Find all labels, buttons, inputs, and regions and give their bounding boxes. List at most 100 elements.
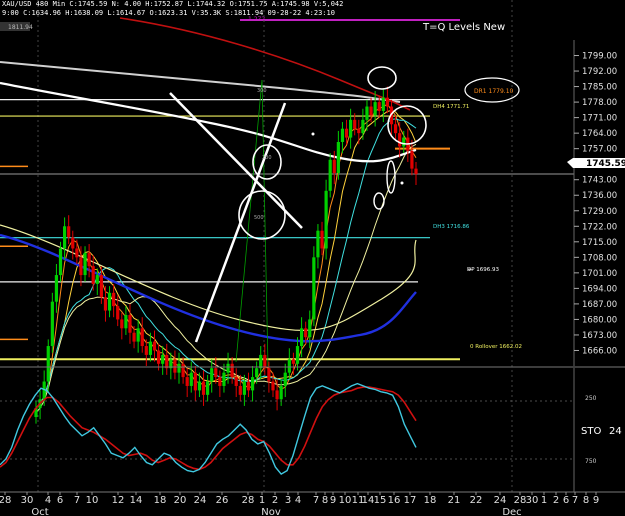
time-tick-label: 28 <box>514 495 527 506</box>
candle-body <box>193 372 197 391</box>
candle-body <box>189 372 193 386</box>
time-tick-label: 9 <box>330 495 336 506</box>
candle-body <box>320 230 324 249</box>
price-tick-label: 1743.00 <box>582 176 617 186</box>
time-tick-label: 8 <box>322 495 328 506</box>
candle-body <box>324 190 328 249</box>
price-tick-label: 1792.00 <box>582 67 617 77</box>
time-tick-label: 2 <box>272 495 278 506</box>
candle-body <box>112 292 116 307</box>
time-tick-label: 10 <box>86 495 99 506</box>
candle-body <box>349 119 353 138</box>
time-tick-label: 20 <box>174 495 187 506</box>
price-tick-label: 1708.00 <box>582 253 617 263</box>
stoch-upper-label: 250 <box>585 395 597 402</box>
time-tick-label: 28 <box>0 495 11 506</box>
time-tick-label: 18 <box>154 495 167 506</box>
candle-body <box>271 381 275 391</box>
month-label: Oct <box>31 507 48 516</box>
candle-body <box>238 385 242 395</box>
candle-body <box>79 257 83 276</box>
candle-body <box>226 363 230 373</box>
time-tick-label: 12 <box>112 495 125 506</box>
dr1-label: DR1 1779.10 <box>474 88 514 95</box>
price-tick-label: 1799.00 <box>582 52 617 62</box>
candle-body <box>63 226 67 249</box>
dp-label: DP 1696.93 <box>467 267 500 273</box>
time-tick-label: 21 <box>448 495 461 506</box>
candle-body <box>316 230 320 258</box>
candle-body <box>206 381 210 395</box>
candle-body <box>361 119 365 134</box>
candle-body <box>381 97 385 111</box>
candle-body <box>156 350 161 364</box>
fib-200-label: 200 <box>262 155 272 161</box>
candle-body <box>91 266 95 284</box>
time-tick-label: 24 <box>194 495 207 506</box>
candle-body <box>120 319 124 329</box>
price-tick-label: 1778.00 <box>582 98 617 108</box>
candle-body <box>299 328 304 347</box>
candle-body <box>365 106 369 120</box>
stoch-label: STO <box>581 426 601 437</box>
price-chart[interactable]: XAU/USD 480 Min C:1745.59 N: 4.00 H:1752… <box>0 0 625 516</box>
price-tick-label: 1673.00 <box>582 331 617 341</box>
time-tick-label: 6 <box>57 495 63 506</box>
candle-body <box>124 314 128 329</box>
candle-body <box>287 359 291 373</box>
candle-body <box>128 314 132 333</box>
candle-body <box>67 226 71 238</box>
annotation-dot <box>400 181 404 185</box>
time-tick-label: 7 <box>572 495 578 506</box>
candle-body <box>161 354 165 364</box>
candle-body <box>75 248 79 258</box>
candle-body <box>398 133 402 147</box>
header-line2: 9:00 C:1634.96 H:1638.09 L:1614.67 O:162… <box>2 9 335 17</box>
time-tick-label: 6 <box>563 495 569 506</box>
candle-body <box>295 346 300 364</box>
time-tick-label: 1 <box>541 495 547 506</box>
candle-body <box>291 359 296 364</box>
candle-body <box>402 137 406 147</box>
candle-body <box>308 319 312 338</box>
candle-body <box>152 341 157 351</box>
time-tick-label: 2 <box>553 495 559 506</box>
price-tick-label: 1694.00 <box>582 284 617 294</box>
candle-body <box>58 248 63 276</box>
candle-body <box>99 275 103 298</box>
price-tick-label: 1785.00 <box>582 83 617 93</box>
time-tick-label: 9 <box>593 495 599 506</box>
candle-body <box>353 119 357 129</box>
dh4-label: DH4 1771.71 <box>433 104 469 110</box>
candle-body <box>377 102 381 111</box>
candle-body <box>259 354 263 369</box>
candle-body <box>304 328 308 338</box>
candle-body <box>234 377 238 386</box>
fib-300-label: 300 <box>257 88 267 94</box>
candle-body <box>50 301 54 347</box>
candle-body <box>312 257 316 320</box>
candle-body <box>410 150 414 169</box>
candle-body <box>83 252 87 276</box>
price-tick-label: 1771.00 <box>582 114 617 124</box>
month-label: Nov <box>261 507 281 516</box>
value-tag: 1811.94 <box>8 24 33 31</box>
candle-body <box>242 381 246 395</box>
candle-body <box>140 328 144 347</box>
candle-body <box>414 168 418 174</box>
time-tick-label: 24 <box>494 495 507 506</box>
candle-body <box>328 159 332 191</box>
candle-body <box>95 275 99 284</box>
candle-body <box>116 306 120 320</box>
candle-body <box>107 292 112 311</box>
time-tick-label: 7 <box>74 495 80 506</box>
candle-body <box>201 381 206 395</box>
candle-body <box>218 377 222 386</box>
candle-body <box>148 341 153 355</box>
candle-body <box>181 363 185 378</box>
candle-body <box>144 346 148 355</box>
time-tick-label: 1 <box>259 495 265 506</box>
fib-500-label: 500 <box>254 215 264 221</box>
price-tick-label: 1687.00 <box>582 300 617 310</box>
candle-body <box>393 124 398 134</box>
